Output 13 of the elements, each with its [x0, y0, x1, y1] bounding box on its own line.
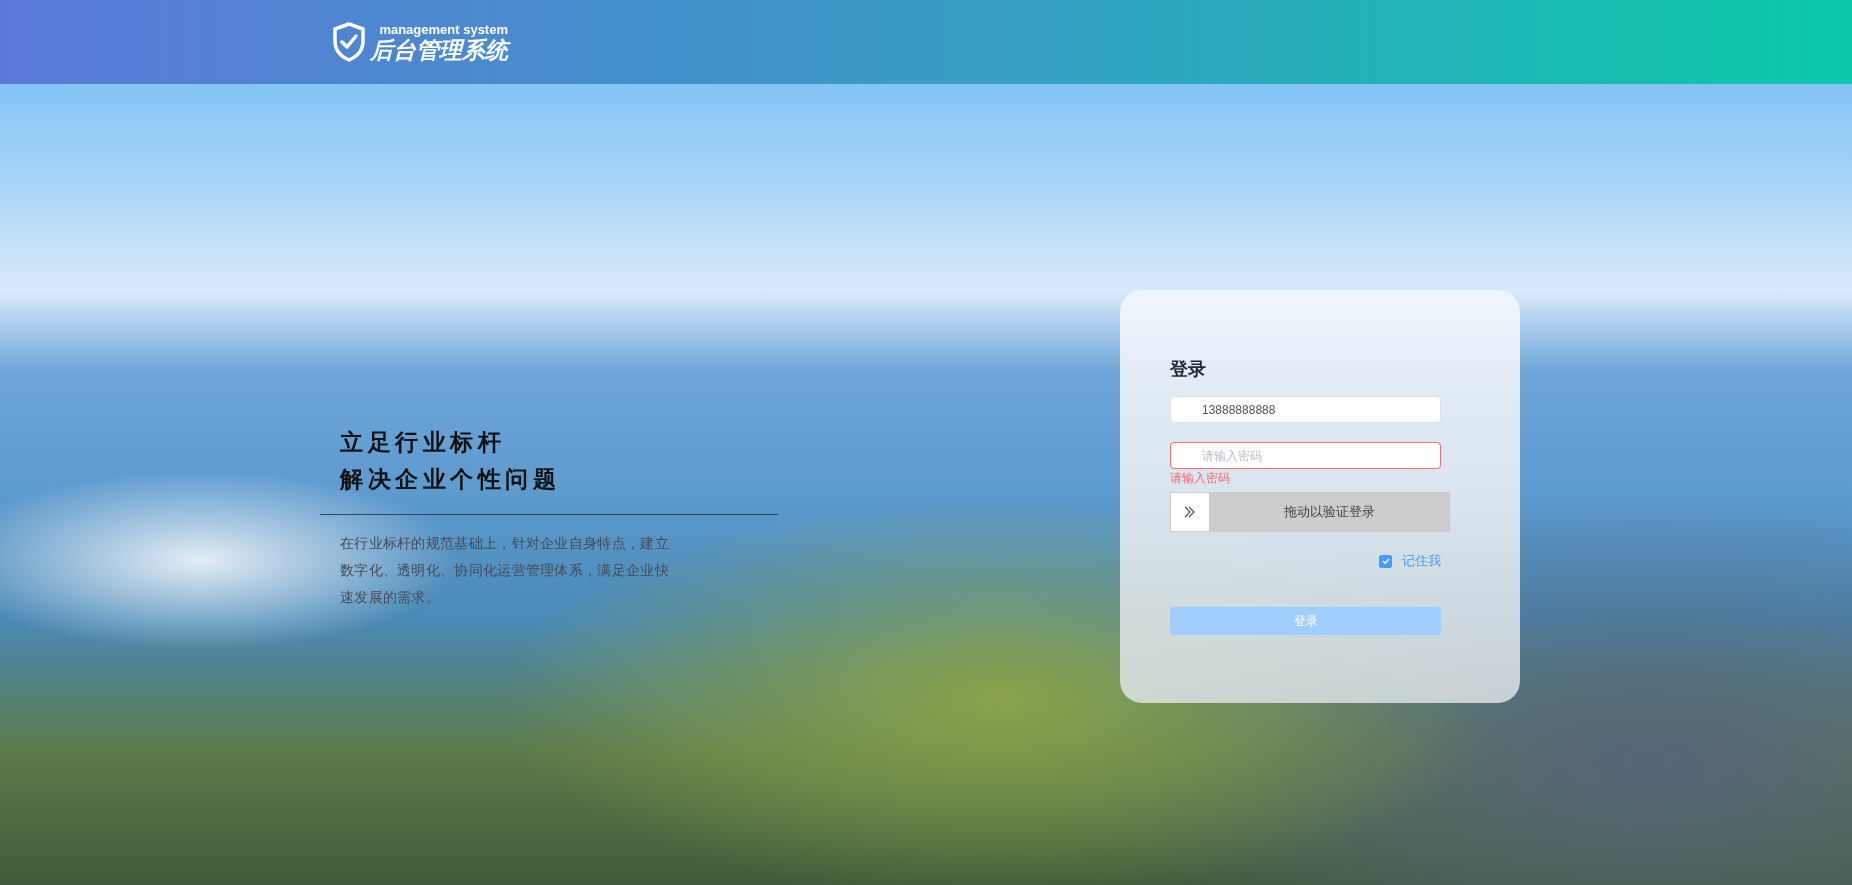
- username-field[interactable]: 13888888888: [1170, 396, 1441, 423]
- logo-subtitle: management system: [379, 23, 508, 36]
- password-field[interactable]: 请输入密码: [1170, 442, 1441, 469]
- verify-slider[interactable]: 拖动以验证登录: [1170, 492, 1450, 532]
- shield-check-icon: [332, 22, 366, 62]
- headline: 解决企业个性问题: [340, 465, 560, 494]
- checkbox[interactable]: [1379, 554, 1392, 568]
- double-chevron-icon: [1183, 505, 1197, 519]
- slider-handle[interactable]: [1171, 493, 1209, 531]
- intro-paragraph: 在行业标杆的规范基础上，针对企业自身特点，建立数字化、透明化、协同化运营管理体系，满足企业快速发展的需求。: [340, 534, 670, 607]
- headline: 立足行业标杆: [340, 428, 505, 457]
- error-message: 请输入密码: [1170, 470, 1231, 486]
- login-title: 登录: [1170, 358, 1207, 380]
